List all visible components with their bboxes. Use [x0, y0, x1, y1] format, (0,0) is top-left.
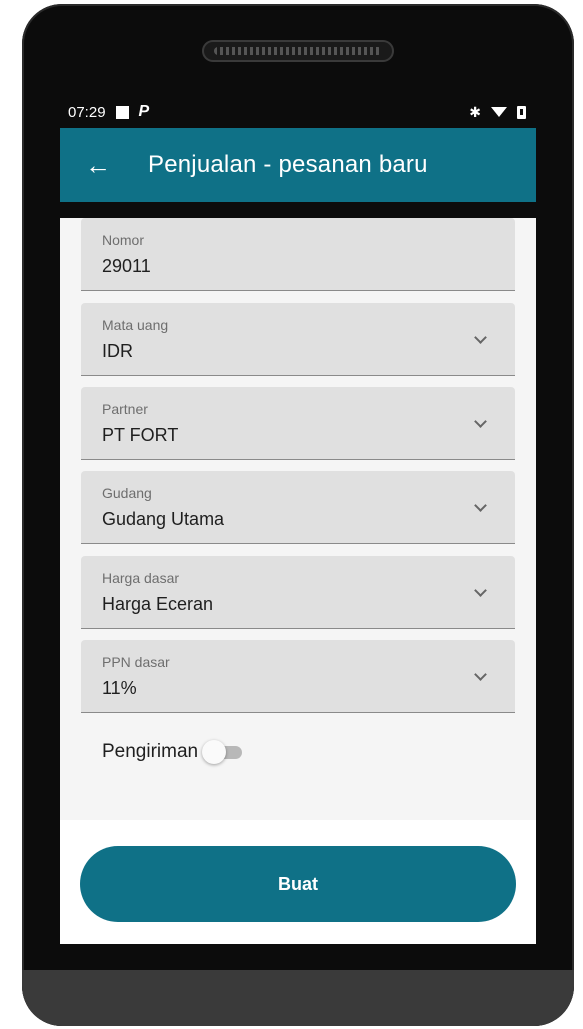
- chevron-down-icon[interactable]: [474, 499, 487, 512]
- partner-label: Partner: [102, 401, 148, 417]
- mata-uang-dropdown[interactable]: Mata uang IDR: [81, 303, 515, 376]
- phone-bezel-bottom: [22, 970, 574, 1026]
- bluetooth-icon: ✱: [469, 103, 481, 120]
- buat-button[interactable]: Buat: [80, 846, 516, 922]
- harga-dasar-label: Harga dasar: [102, 570, 180, 586]
- pengiriman-toggle[interactable]: [202, 740, 243, 764]
- partner-dropdown[interactable]: Partner PT FORT: [81, 387, 515, 460]
- status-time: 07:29: [68, 103, 106, 121]
- nomor-value[interactable]: 29011: [102, 256, 151, 277]
- chevron-down-icon[interactable]: [474, 331, 487, 344]
- chevron-down-icon[interactable]: [474, 668, 487, 681]
- nomor-label: Nomor: [102, 232, 145, 248]
- ppn-dasar-label: PPN dasar: [102, 654, 170, 670]
- ppn-dasar-value: 11%: [102, 678, 137, 698]
- chevron-down-icon[interactable]: [474, 415, 487, 428]
- page-title: Penjualan - pesanan baru: [148, 151, 428, 178]
- status-bar: 07:29 P ✱: [60, 96, 536, 128]
- wifi-icon: [491, 107, 507, 117]
- battery-icon: [517, 105, 526, 119]
- app-notification-icon: P: [138, 103, 150, 120]
- chevron-down-icon[interactable]: [474, 584, 487, 597]
- speaker-grill: [202, 40, 394, 62]
- gudang-value: Gudang Utama: [102, 509, 225, 529]
- notification-square-icon: [115, 105, 129, 119]
- gudang-label: Gudang: [102, 485, 152, 501]
- toggle-thumb: [202, 740, 227, 764]
- app-bar: ← Penjualan - pesanan baru: [60, 128, 536, 202]
- nomor-field[interactable]: Nomor 29011: [81, 218, 515, 291]
- footer-bar: Buat: [60, 820, 536, 944]
- pengiriman-row: Pengiriman: [102, 736, 243, 768]
- form-content: Nomor 29011 Mata uang IDR Partner PT FOR…: [60, 218, 536, 820]
- gudang-dropdown[interactable]: Gudang Gudang Utama: [81, 471, 515, 544]
- harga-dasar-value: Harga Eceran: [102, 594, 214, 614]
- partner-value: PT FORT: [102, 425, 179, 445]
- pengiriman-label: Pengiriman: [102, 741, 199, 762]
- mata-uang-value: IDR: [102, 341, 133, 361]
- mata-uang-label: Mata uang: [102, 317, 169, 333]
- back-arrow-icon[interactable]: ←: [70, 137, 126, 193]
- harga-dasar-dropdown[interactable]: Harga dasar Harga Eceran: [81, 556, 515, 629]
- clipped-field-label: · · · · · · ·: [102, 812, 158, 820]
- ppn-dasar-dropdown[interactable]: PPN dasar 11%: [81, 640, 515, 713]
